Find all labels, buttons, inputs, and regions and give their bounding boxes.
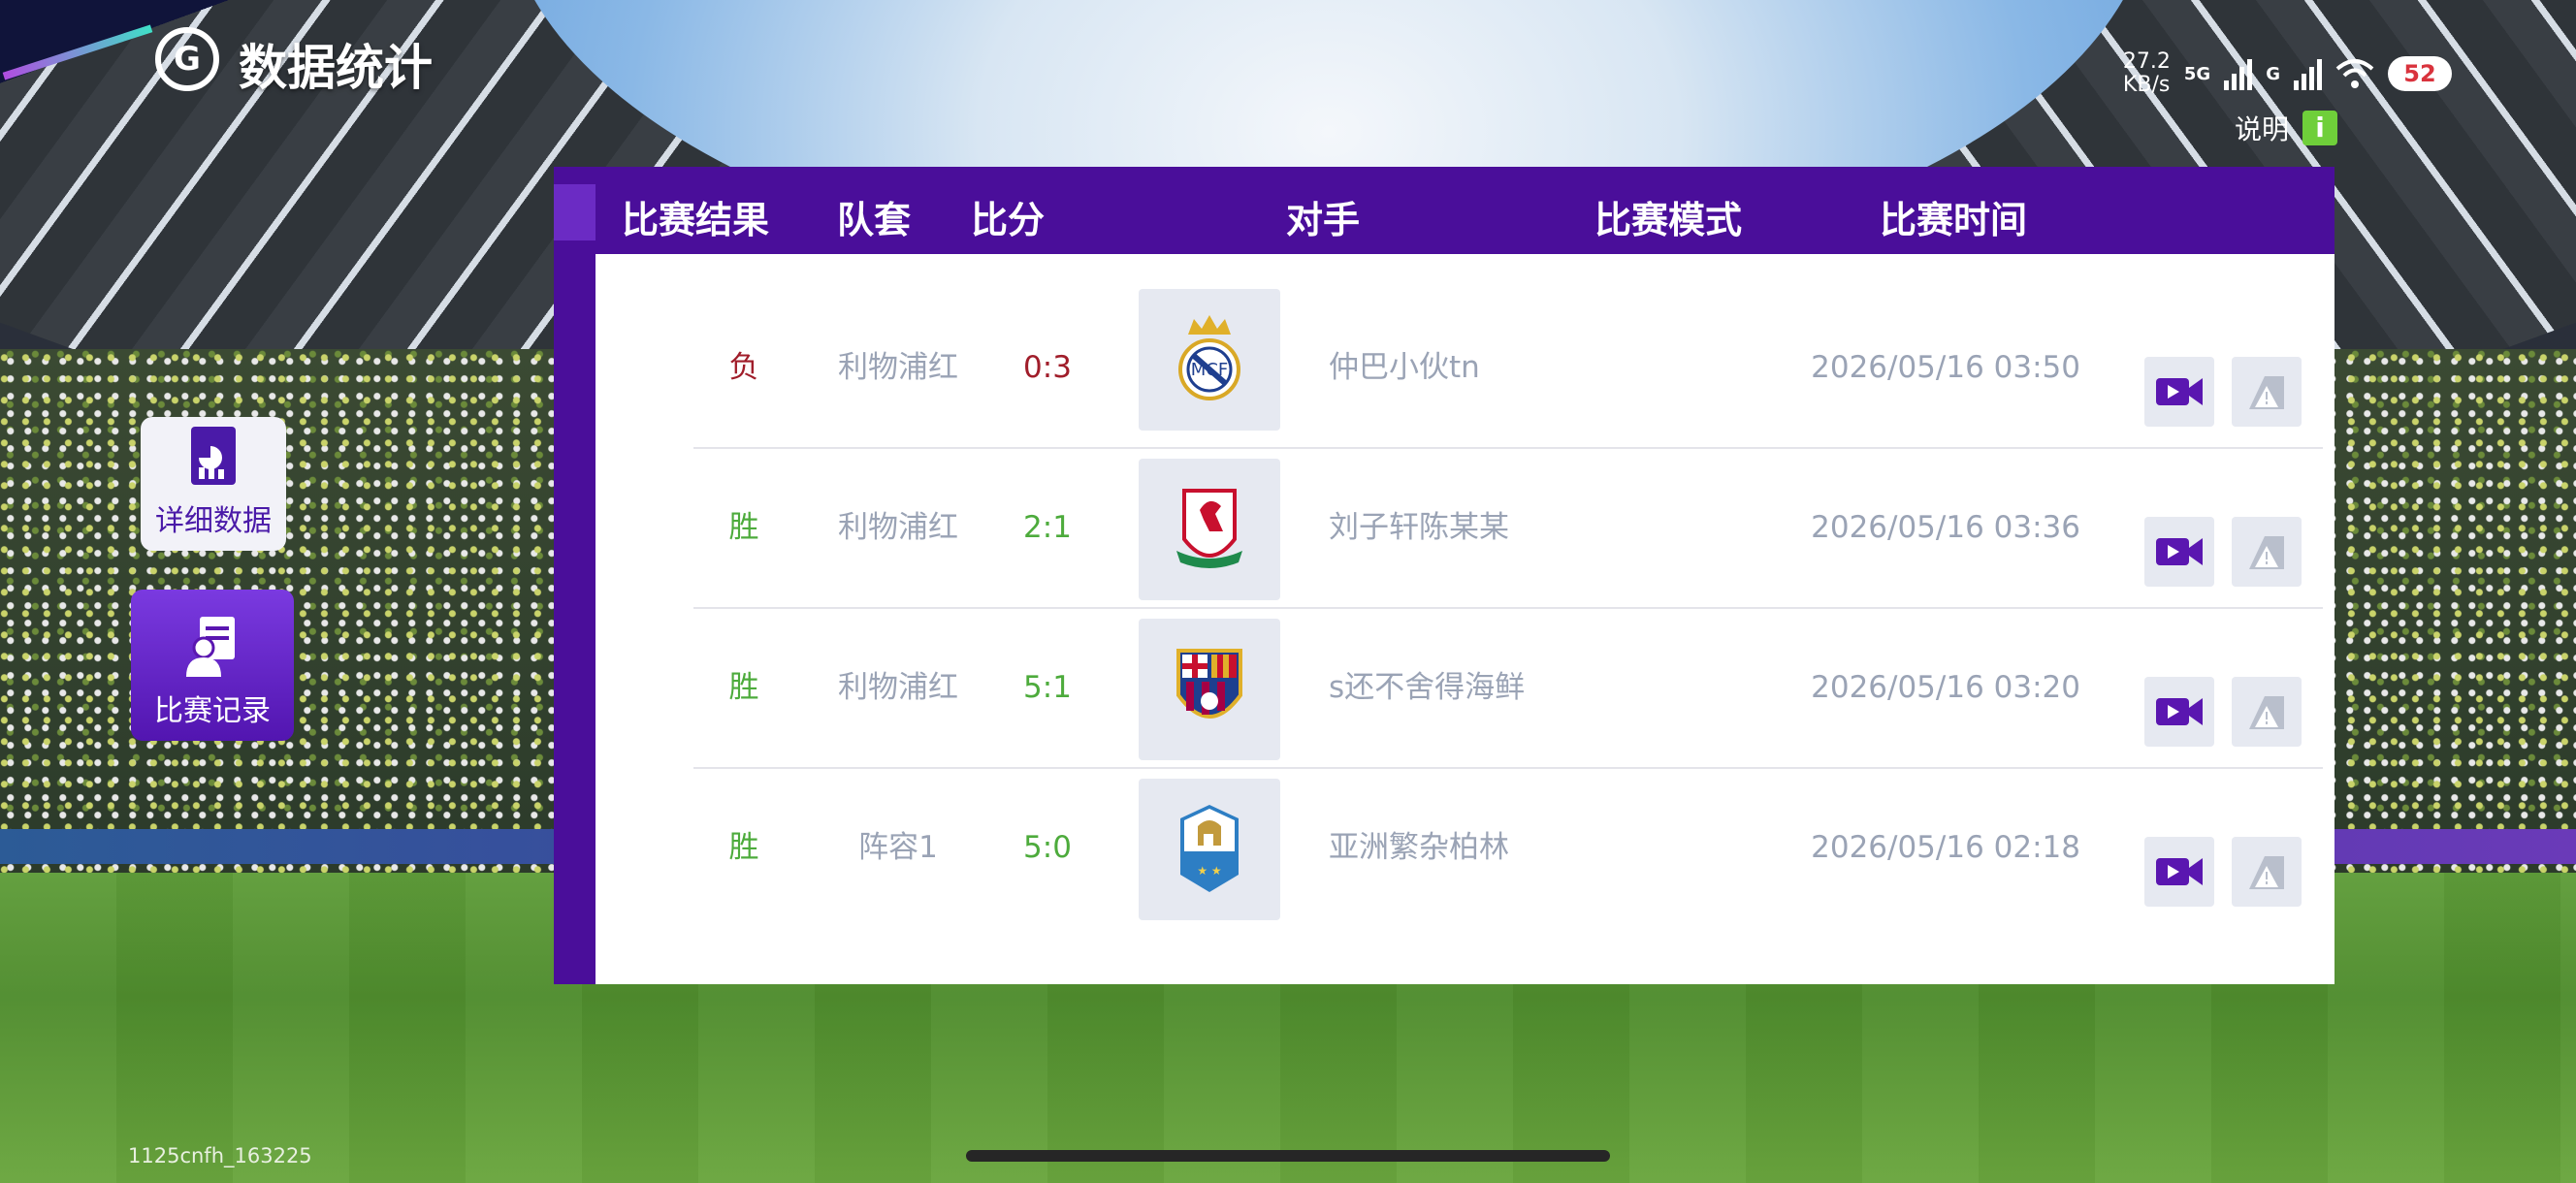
video-camera-icon	[2156, 538, 2203, 565]
team-kit: 阵容1	[858, 830, 938, 865]
page-title: 数据统计	[239, 40, 433, 96]
person-clipboard-icon	[186, 617, 235, 677]
opponent-crest: MCF	[1139, 289, 1280, 431]
table-row[interactable]: 胜 阵容1 5:0 ★ ★ 亚洲繁杂柏林 2026/05/16 02:18	[693, 769, 2323, 929]
sidebar-item-label: 比赛记录	[154, 694, 271, 728]
match-score: 5:0	[1023, 830, 1072, 865]
opponent-name: 仲巴小伙tn	[1329, 350, 1480, 385]
match-result: 胜	[728, 830, 759, 865]
svg-text:MCF: MCF	[1191, 360, 1228, 380]
team-kit: 利物浦红	[838, 350, 958, 385]
game-logo-icon[interactable]: G	[155, 27, 219, 91]
striped-crest-icon	[1176, 649, 1242, 719]
report-button[interactable]	[2232, 517, 2302, 587]
report-warning-icon	[2249, 856, 2284, 889]
replay-video-button[interactable]	[2144, 357, 2214, 427]
crown-crest-icon: MCF	[1178, 315, 1240, 400]
records-table: 负 利物浦红 0:3 MCF 仲巴小伙tn 2026/05/16 03:50 胜…	[596, 254, 2334, 984]
liverbird-crest-icon	[1176, 489, 1242, 568]
header-match-time: 比赛时间	[1880, 199, 2028, 241]
sidebar-item-detail-data[interactable]: 详细数据	[141, 417, 286, 551]
replay-video-button[interactable]	[2144, 517, 2214, 587]
panel-tab-notch	[554, 184, 596, 240]
network-speed: 27.2 KB/s	[2123, 50, 2171, 97]
wifi-icon	[2335, 59, 2374, 88]
signal-strength-icon-2	[2294, 57, 2322, 90]
report-button[interactable]	[2232, 837, 2302, 907]
match-time: 2026/05/16 02:18	[1811, 830, 2080, 865]
match-time: 2026/05/16 03:50	[1811, 350, 2080, 385]
battery-indicator: 52	[2388, 56, 2452, 91]
match-score: 5:1	[1023, 670, 1072, 705]
team-kit: 利物浦红	[838, 670, 958, 705]
header-score: 比分	[971, 199, 1046, 241]
signal-strength-icon	[2224, 57, 2253, 90]
video-camera-icon	[2156, 858, 2203, 885]
sidebar-item-match-records[interactable]: 比赛记录	[131, 590, 294, 741]
match-result: 胜	[728, 670, 759, 705]
signal-2-label: G	[2266, 63, 2280, 84]
info-icon: i	[2302, 111, 2337, 145]
table-row[interactable]: 胜 利物浦红 2:1 刘子轩陈某某 2026/05/16 03:36	[693, 449, 2323, 609]
chart-document-icon	[191, 427, 236, 485]
report-warning-icon	[2249, 536, 2284, 569]
match-score: 0:3	[1023, 350, 1072, 385]
opponent-crest	[1139, 619, 1280, 760]
report-warning-icon	[2249, 376, 2284, 409]
table-row[interactable]: 负 利物浦红 0:3 MCF 仲巴小伙tn 2026/05/16 03:50	[693, 289, 2323, 449]
network-speed-value: 27.2	[2122, 49, 2171, 74]
opponent-name: 亚洲繁杂柏林	[1329, 830, 1509, 865]
match-records-panel: 比赛结果 队套 比分 对手 比赛模式 比赛时间 负 利物浦红 0:3 MCF 仲…	[554, 167, 2334, 984]
match-result: 胜	[728, 510, 759, 545]
replay-video-button[interactable]	[2144, 837, 2214, 907]
opponent-name: 刘子轩陈某某	[1329, 510, 1509, 545]
match-score: 2:1	[1023, 510, 1072, 545]
opponent-crest	[1139, 459, 1280, 600]
opponent-name: s还不舍得海鲜	[1329, 670, 1526, 705]
video-camera-icon	[2156, 378, 2203, 405]
report-warning-icon	[2249, 696, 2284, 729]
header-match-mode: 比赛模式	[1594, 199, 1743, 241]
user-id-label: 1125cnfh_163225	[128, 1144, 312, 1167]
header-opponent: 对手	[1286, 199, 1361, 241]
team-kit: 利物浦红	[838, 510, 958, 545]
svg-text:★ ★: ★ ★	[1197, 864, 1221, 878]
report-button[interactable]	[2232, 357, 2302, 427]
status-bar: 27.2 KB/s 5G G 52	[2123, 50, 2452, 97]
help-button[interactable]: 说明 i	[2235, 109, 2337, 147]
helmet-crest-icon: ★ ★	[1180, 805, 1239, 892]
sidebar-item-label: 详细数据	[155, 504, 272, 538]
signal-1-label: 5G	[2183, 63, 2211, 84]
header-result: 比赛结果	[622, 199, 770, 241]
match-time: 2026/05/16 03:20	[1811, 670, 2080, 705]
help-label: 说明	[2234, 113, 2289, 145]
home-indicator[interactable]	[966, 1150, 1610, 1162]
network-speed-unit: KB/s	[2122, 73, 2171, 97]
match-time: 2026/05/16 03:36	[1811, 510, 2080, 545]
video-camera-icon	[2156, 698, 2203, 725]
table-row[interactable]: 胜 利物浦红 5:1 s还不舍得海鲜 2026/05/16 03:20	[693, 609, 2323, 769]
match-result: 负	[728, 350, 759, 385]
opponent-crest: ★ ★	[1139, 779, 1280, 920]
replay-video-button[interactable]	[2144, 677, 2214, 747]
header-team-kit: 队套	[837, 199, 912, 241]
report-button[interactable]	[2232, 677, 2302, 747]
